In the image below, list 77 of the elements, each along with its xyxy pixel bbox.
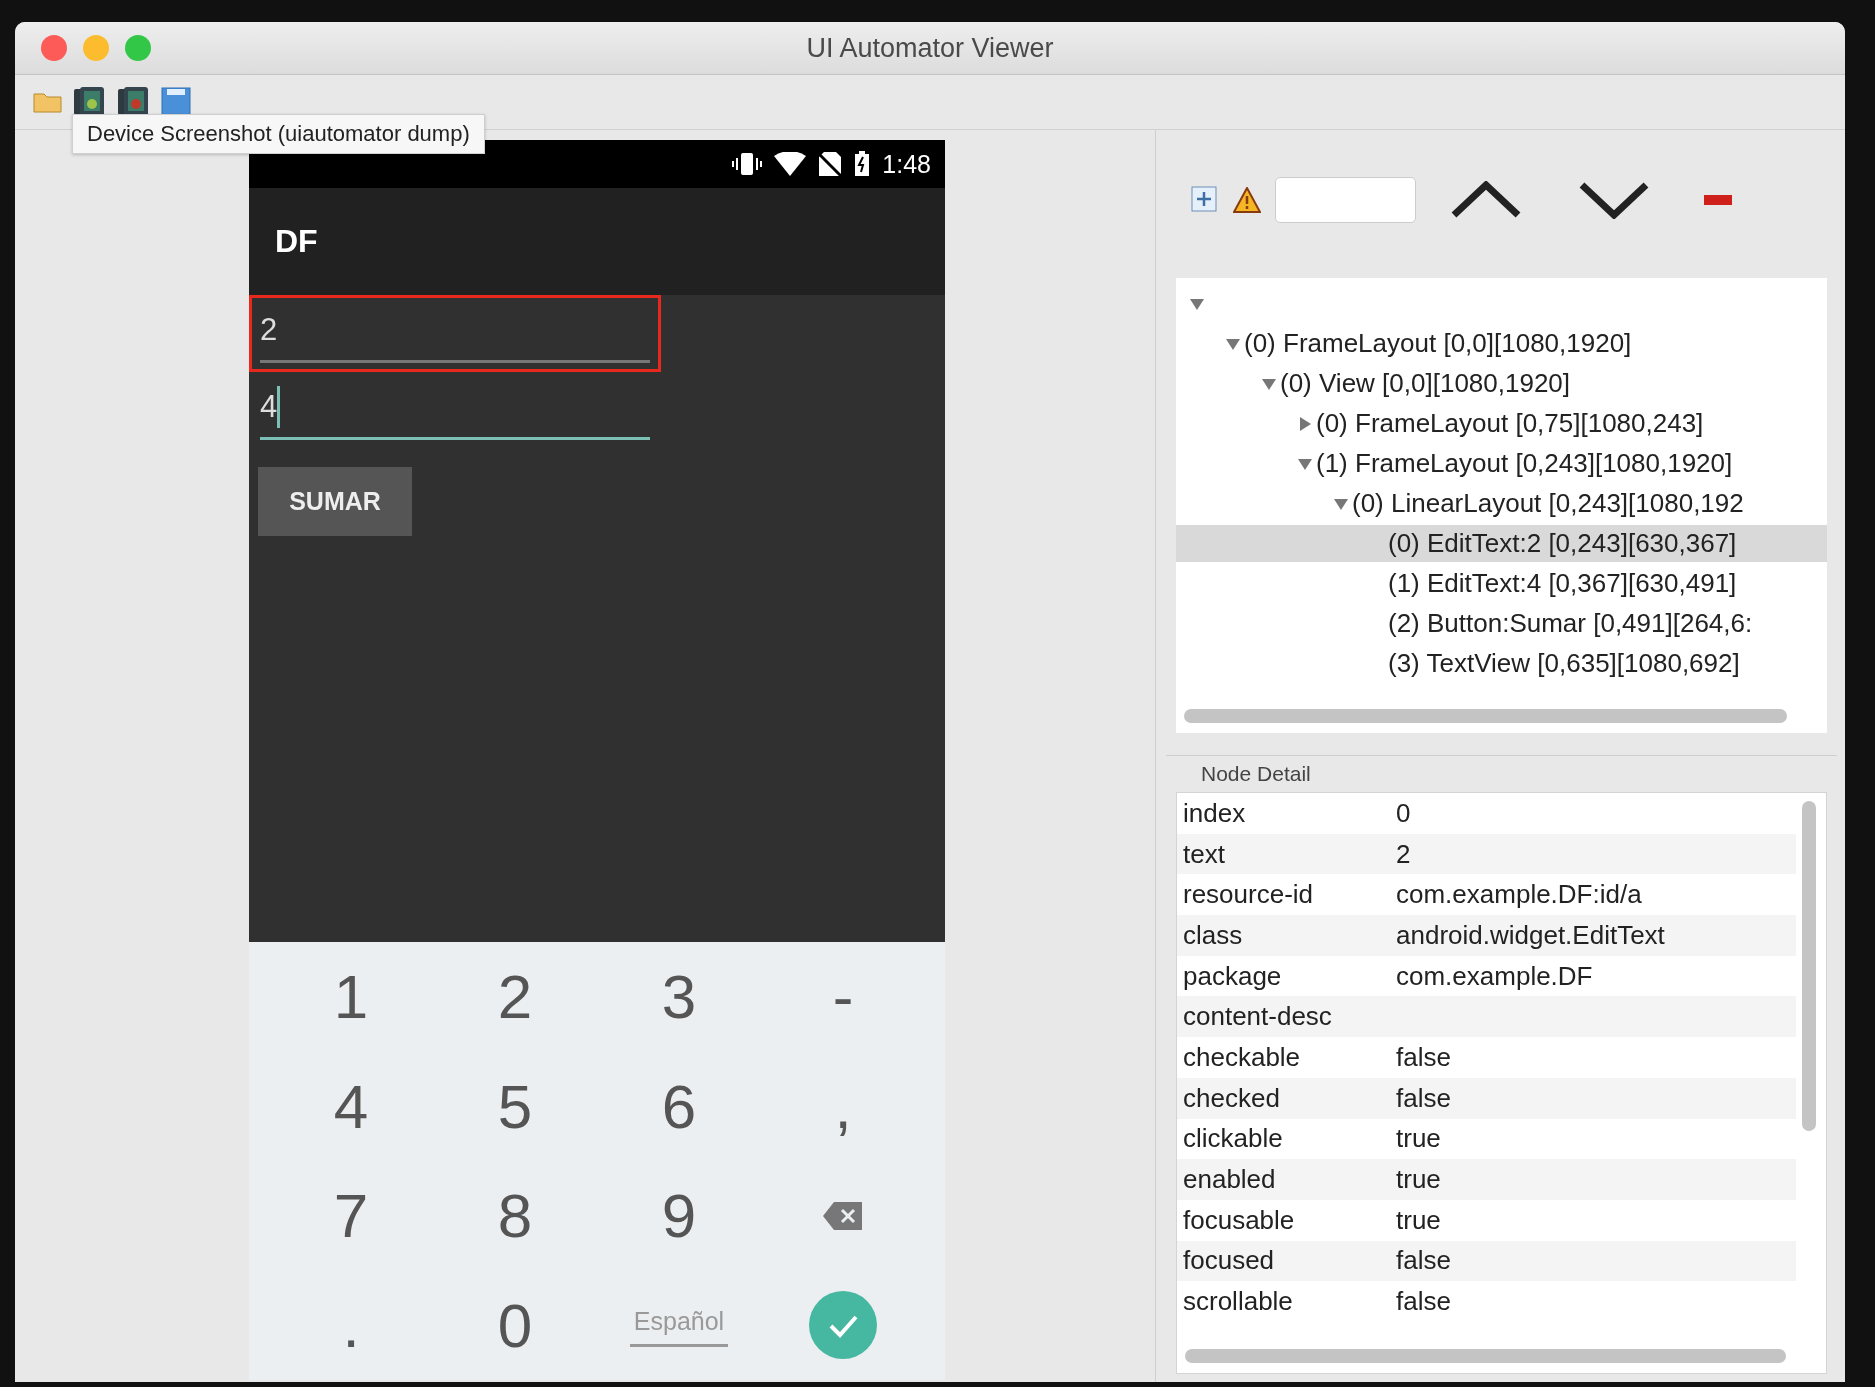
keyboard-key[interactable]: - [826, 960, 860, 1034]
property-value: android.widget.EditText [1396, 919, 1665, 951]
property-value: com.example.DF:id/a [1396, 879, 1642, 911]
tree-node[interactable]: (0) View [0,0][1080,1920] [1176, 365, 1827, 402]
property-name: clickable [1182, 1123, 1284, 1155]
property-value: false [1396, 1082, 1451, 1114]
checkmark-key-icon[interactable] [809, 1291, 877, 1360]
property-name: checked [1182, 1082, 1281, 1114]
property-value: com.example.DF [1396, 960, 1593, 992]
property-name: scrollable [1182, 1286, 1294, 1318]
expanded-arrow-icon[interactable] [1262, 376, 1276, 391]
keyboard-key[interactable]: 5 [491, 1069, 539, 1143]
number-field[interactable]: 4 [249, 372, 661, 449]
horizontal-scrollbar[interactable] [1184, 709, 1787, 723]
keyboard-key[interactable]: , [828, 1069, 858, 1143]
tree-node[interactable]: (0) FrameLayout [0,0][1080,1920] [1176, 325, 1827, 362]
tree-node[interactable]: (3) TextView [0,635][1080,692] [1176, 645, 1827, 682]
property-name: resource-id [1182, 879, 1315, 911]
expanded-arrow-icon[interactable] [1226, 336, 1240, 351]
property-name: focusable [1182, 1204, 1296, 1236]
backspace-icon[interactable] [822, 1200, 864, 1231]
expanded-arrow-icon[interactable] [1190, 296, 1204, 311]
tree-node[interactable]: (1) FrameLayout [0,243][1080,1920] [1176, 445, 1827, 482]
property-value: 0 [1396, 797, 1411, 829]
expanded-arrow-icon[interactable] [1334, 496, 1348, 511]
search-field[interactable] [1275, 177, 1416, 223]
keyboard-key[interactable]: . [336, 1288, 366, 1362]
expand-all-icon[interactable] [1191, 186, 1219, 214]
vibrate-icon [732, 152, 763, 176]
wifi-icon [774, 152, 807, 176]
property-name: package [1182, 960, 1283, 992]
status-time: 1:48 [882, 149, 931, 179]
number-field[interactable]: 2 [249, 295, 661, 372]
keyboard-key[interactable]: 2 [491, 960, 539, 1034]
keyboard-key[interactable]: 7 [327, 1179, 375, 1253]
property-value: false [1396, 1286, 1451, 1318]
battery-icon [854, 151, 871, 177]
property-value: false [1396, 1245, 1451, 1277]
keyboard-key[interactable]: 8 [491, 1179, 539, 1253]
keyboard-key[interactable]: 9 [655, 1179, 703, 1253]
property-value: 2 [1396, 838, 1411, 870]
property-name: text [1182, 838, 1226, 870]
keyboard-key[interactable]: 1 [327, 960, 375, 1034]
chevron-down-icon[interactable] [1578, 181, 1650, 219]
horizontal-scrollbar[interactable] [1185, 1349, 1786, 1363]
keyboard-key[interactable]: 3 [655, 960, 703, 1034]
collapsed-arrow-icon[interactable] [1298, 416, 1312, 431]
warning-icon[interactable] [1233, 187, 1261, 213]
property-name: index [1182, 797, 1247, 829]
property-value: true [1396, 1204, 1441, 1236]
property-value: false [1396, 1041, 1451, 1073]
keyboard-key[interactable]: 6 [655, 1069, 703, 1143]
property-name: enabled [1182, 1164, 1277, 1196]
tree-node[interactable]: (0) EditText:2 [0,243][630,367] [1176, 525, 1827, 562]
tooltip: Device Screenshot (uiautomator dump) [72, 114, 485, 154]
property-name: focused [1182, 1245, 1276, 1277]
expanded-arrow-icon[interactable] [1298, 456, 1312, 471]
panel-title: Node Detail [1200, 762, 1312, 787]
keyboard-key[interactable]: 4 [327, 1069, 375, 1143]
property-name: class [1182, 919, 1244, 951]
chevron-up-icon[interactable] [1450, 181, 1522, 219]
tree-node[interactable]: (0) FrameLayout [0,75][1080,243] [1176, 405, 1827, 442]
tree-node[interactable]: (1) EditText:4 [0,367][630,491] [1176, 565, 1827, 602]
sumar-button[interactable]: SUMAR [258, 467, 412, 536]
property-name: content-desc [1182, 1001, 1333, 1033]
no-sim-icon [818, 151, 843, 177]
close-button[interactable] [41, 35, 67, 61]
keyboard-key[interactable]: 0 [491, 1288, 539, 1362]
property-name: checkable [1182, 1041, 1302, 1073]
property-value: true [1396, 1164, 1441, 1196]
tree-node[interactable]: (0) LinearLayout [0,243][1080,192 [1176, 485, 1827, 522]
vertical-scrollbar[interactable] [1802, 801, 1816, 1131]
save-icon[interactable] [161, 87, 191, 117]
property-value: true [1396, 1123, 1441, 1155]
app-title: DF [275, 223, 318, 260]
window-title: UI Automator Viewer [806, 32, 1054, 63]
tree-node[interactable]: (2) Button:Sumar [0,491][264,6: [1176, 605, 1827, 642]
